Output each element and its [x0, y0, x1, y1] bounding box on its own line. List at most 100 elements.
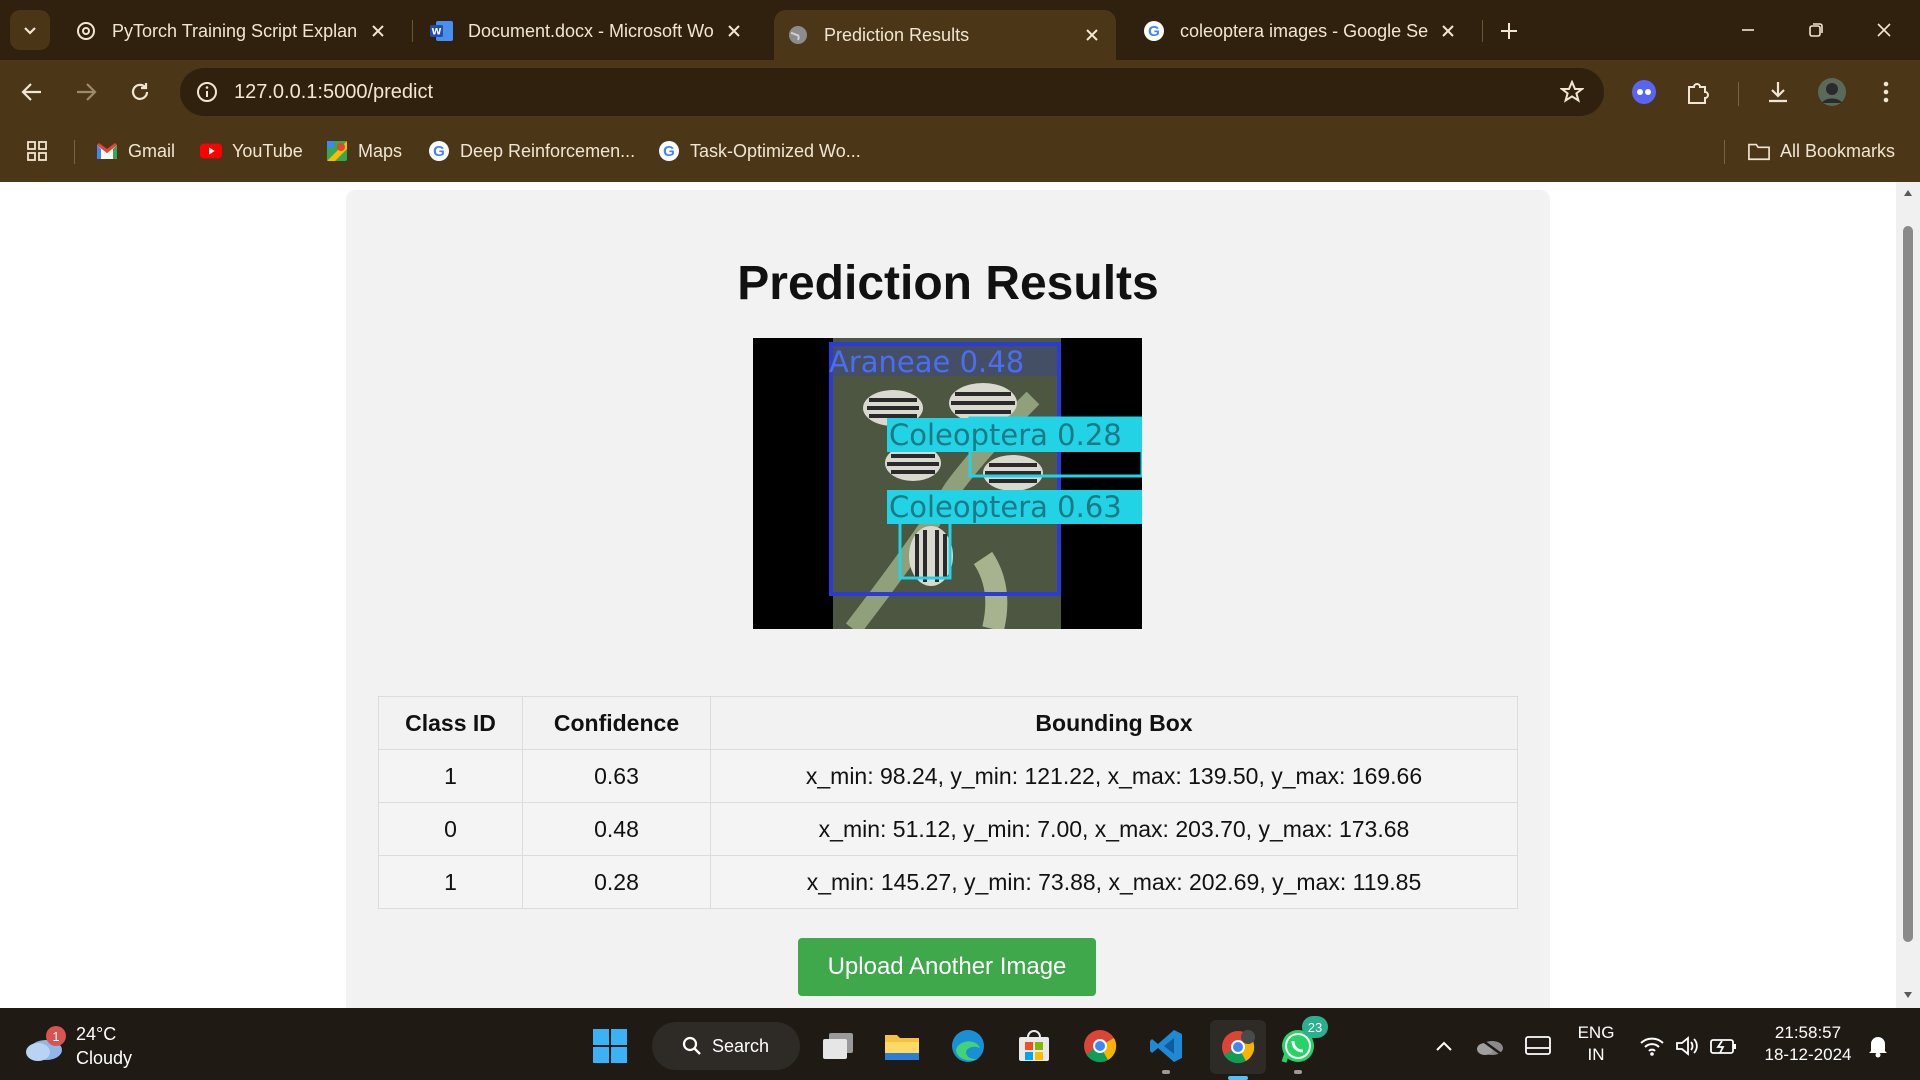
close-icon[interactable] [366, 19, 390, 43]
bookmark-label: YouTube [232, 140, 303, 161]
header-class-id: Class ID [378, 696, 523, 750]
file-explorer-icon[interactable] [880, 1024, 924, 1068]
language-indicator[interactable]: ENG IN [1576, 1022, 1616, 1066]
task-view-icon[interactable] [816, 1024, 860, 1068]
minimize-icon [1742, 29, 1754, 31]
header-confidence: Confidence [522, 696, 711, 750]
page-scrollbar[interactable] [1896, 182, 1920, 1008]
scrollbar-thumb[interactable] [1903, 226, 1913, 942]
bookmark-label: Gmail [128, 140, 176, 161]
google-icon: G [428, 140, 450, 162]
toolbar-divider [1738, 82, 1739, 106]
table-row: 0 0.48 x_min: 51.12, y_min: 7.00, x_max:… [378, 802, 1518, 856]
results-card: Prediction Results Araneae 0.48 Coleopte… [346, 190, 1550, 1008]
weather-widget[interactable]: 1 24°C Cloudy [24, 1022, 132, 1070]
new-tab-button[interactable] [1494, 16, 1524, 46]
start-button[interactable] [588, 1024, 632, 1068]
running-indicator [1294, 1070, 1302, 1074]
windows-taskbar: 1 24°C Cloudy Search 23 ENG IN 21:58:57 … [0, 1008, 1920, 1080]
all-bookmarks-button[interactable]: All Bookmarks [1748, 136, 1895, 166]
tab-google-search[interactable]: G coleoptera images - Google Sea [1130, 10, 1472, 52]
restore-button[interactable] [1796, 12, 1836, 48]
svg-text:W: W [432, 28, 442, 38]
microsoft-store-icon[interactable] [1012, 1024, 1056, 1068]
gmail-icon [96, 140, 118, 162]
tab-strip: PyTorch Training Script Explanat W Docum… [0, 0, 1920, 60]
all-bookmarks-label: All Bookmarks [1780, 140, 1896, 161]
google-icon: G [658, 140, 680, 162]
apps-grid-button[interactable] [26, 136, 58, 166]
search-icon [682, 1036, 701, 1055]
display-icon[interactable] [1524, 1032, 1552, 1060]
profile-avatar[interactable] [1814, 74, 1850, 110]
page-viewport: Prediction Results Araneae 0.48 Coleopte… [0, 182, 1896, 1008]
whatsapp-icon[interactable]: 23 [1276, 1016, 1328, 1074]
tab-prediction-results[interactable]: Prediction Results [774, 10, 1116, 60]
folder-icon [1748, 140, 1770, 162]
header-bounding-box: Bounding Box [710, 696, 1518, 750]
svg-text:G: G [663, 143, 675, 160]
upload-another-image-button[interactable]: Upload Another Image [798, 938, 1096, 996]
bookmark-gmail[interactable]: Gmail [96, 136, 175, 166]
cell-confidence: 0.28 [522, 855, 711, 909]
battery-icon[interactable] [1710, 1032, 1738, 1060]
word-icon: W [430, 19, 454, 43]
bookmark-star-icon[interactable] [1554, 74, 1590, 110]
label-coleoptera-063: Coleoptera 0.63 [889, 490, 1122, 524]
cell-class-id: 1 [378, 749, 523, 803]
notification-bell-icon[interactable] [1864, 1032, 1892, 1060]
extension-discord-icon[interactable] [1626, 74, 1662, 110]
extensions-puzzle-icon[interactable] [1680, 74, 1716, 110]
tab-search-button[interactable] [10, 10, 50, 50]
wifi-icon[interactable] [1638, 1032, 1666, 1060]
close-icon[interactable] [722, 19, 746, 43]
bookmark-task-optimized[interactable]: G Task-Optimized Wo... [658, 136, 861, 166]
table-row: 1 0.28 x_min: 145.27, y_min: 73.88, x_ma… [378, 855, 1518, 909]
scroll-up-icon[interactable] [1901, 186, 1915, 200]
search-label: Search [712, 1035, 770, 1056]
chrome-icon[interactable] [1078, 1024, 1122, 1068]
maps-icon [326, 140, 348, 162]
tab-document[interactable]: W Document.docx - Microsoft Wo [418, 10, 758, 52]
chevron-up-icon[interactable] [1430, 1032, 1458, 1060]
label-araneae: Araneae 0.48 [829, 345, 1024, 379]
back-button[interactable] [14, 74, 50, 110]
bookmark-deep-reinforcement[interactable]: G Deep Reinforcemen... [428, 136, 635, 166]
minimize-button[interactable] [1728, 12, 1768, 48]
url-text[interactable]: 127.0.0.1:5000/predict [234, 81, 1554, 104]
plus-icon [1501, 23, 1517, 39]
volume-icon[interactable] [1674, 1032, 1702, 1060]
svg-text:G: G [1148, 23, 1160, 40]
download-icon[interactable] [1760, 74, 1796, 110]
site-info-icon[interactable] [194, 79, 220, 105]
tab-title: coleoptera images - Google Sea [1180, 20, 1428, 41]
vscode-icon[interactable] [1144, 1024, 1188, 1074]
edge-icon[interactable] [946, 1024, 990, 1068]
tab-pytorch[interactable]: PyTorch Training Script Explanat [62, 10, 402, 52]
close-icon[interactable] [1436, 19, 1460, 43]
weather-badge: 1 [46, 1026, 66, 1046]
address-bar[interactable]: 127.0.0.1:5000/predict [180, 68, 1604, 116]
results-table: Class ID Confidence Bounding Box 1 0.63 … [378, 696, 1518, 909]
language-code: ENG [1577, 1023, 1615, 1042]
chrome-profile-icon[interactable] [1210, 1020, 1266, 1080]
reload-button[interactable] [122, 74, 158, 110]
taskbar-search[interactable]: Search [652, 1022, 800, 1070]
tab-separator [1482, 20, 1483, 42]
scroll-down-icon[interactable] [1901, 988, 1915, 1002]
windows-logo-icon [593, 1029, 627, 1063]
bookmark-youtube[interactable]: YouTube [200, 136, 303, 166]
label-coleoptera-028: Coleoptera 0.28 [889, 418, 1122, 452]
close-window-button[interactable] [1864, 12, 1904, 48]
cell-bounding-box: x_min: 98.24, y_min: 121.22, x_max: 139.… [710, 749, 1518, 803]
bookmarks-divider [74, 140, 75, 164]
clock[interactable]: 21:58:57 18-12-2024 [1758, 1022, 1858, 1066]
bookmark-maps[interactable]: Maps [326, 136, 402, 166]
onedrive-icon[interactable] [1476, 1032, 1504, 1060]
more-menu-icon[interactable] [1868, 74, 1904, 110]
chevron-down-icon [24, 27, 36, 35]
clock-date: 18-12-2024 [1764, 1045, 1852, 1064]
tab-title: Prediction Results [824, 24, 970, 45]
forward-button[interactable] [68, 74, 104, 110]
close-icon[interactable] [1080, 23, 1104, 47]
